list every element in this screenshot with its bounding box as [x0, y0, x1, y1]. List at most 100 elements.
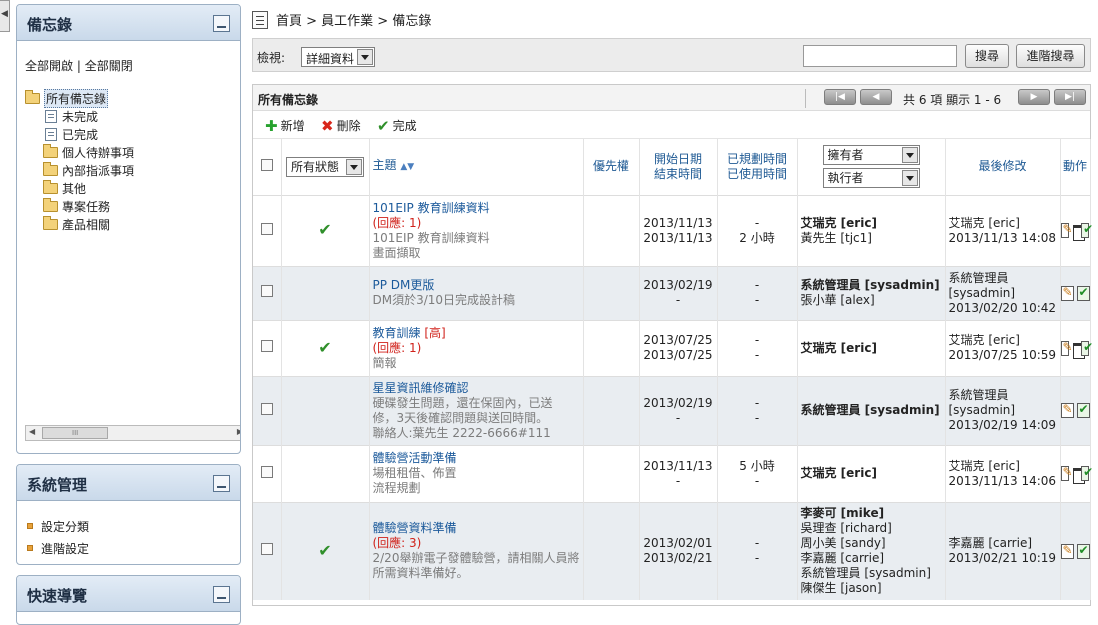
search-button[interactable]: 搜尋 — [965, 44, 1009, 68]
first-page-button[interactable] — [824, 89, 856, 105]
tree-item-internal-assigned[interactable]: 內部指派事項 — [25, 161, 134, 179]
pager-info: 共 6 項 顯示 1 - 6 — [903, 93, 1002, 107]
assignee-name: 李嘉麗 [carrie] — [800, 551, 885, 566]
tree-item-product[interactable]: 產品相關 — [25, 215, 134, 233]
search-input[interactable] — [803, 45, 957, 67]
edit-icon[interactable] — [1060, 340, 1073, 356]
add-label: 新增 — [280, 119, 305, 133]
memo-panel-collapse-button[interactable] — [213, 15, 230, 32]
table-row[interactable]: 體驗營活動準備 場租租借、佈置 流程規劃 2013/11/13-5 小時 - 艾瑞克 [e… — [253, 444, 1094, 502]
delete-button[interactable]: ✖ 刪除 — [321, 117, 361, 134]
tree-item-personal-todo[interactable]: 個人待辦事項 — [25, 143, 134, 161]
tree-item-completed[interactable]: 已完成 — [25, 125, 134, 143]
memo-subject-link[interactable]: 教育訓練 — [373, 326, 421, 340]
last-modified-line: 艾瑞克 [eric] — [948, 333, 1020, 347]
reply-count[interactable]: (回應: 1) — [373, 341, 422, 355]
subject-cell: 星星資訊維修確認 硬碟發生問題，還在保固內，已送 修，3天後確認問題與送回時間。 聯絡… — [369, 375, 584, 445]
memo-subject-link[interactable]: PP DM更版 — [373, 278, 435, 292]
assignee-filter-select[interactable]: 執行者 — [822, 168, 920, 189]
sidebar-toggle-tab[interactable]: ◀ — [0, 0, 10, 32]
menu-item-category-settings[interactable]: 設定分類 — [27, 515, 89, 537]
add-button[interactable]: ✚ 新增 — [265, 117, 305, 134]
header-last-modified[interactable]: 最後修改 — [945, 139, 1061, 195]
table-row[interactable]: ✔ 體驗營資料準備 (回應: 3) 2/20舉辦電子發體驗營，請相關人員將 所需資料準備… — [253, 501, 1091, 600]
tree-item-label: 所有備忘錄 — [44, 88, 109, 108]
owner-name: 系統管理員 [sysadmin] — [800, 403, 940, 417]
table-row[interactable]: ✔ 101EIP 教育訓練資料 (回應: 1) 101EIP 教育訓練資料 畫面擷取 20… — [253, 194, 1094, 266]
collapse-all-link[interactable]: 全部關閉 — [85, 59, 133, 73]
header-priority[interactable]: 優先權 — [583, 139, 640, 195]
select-all-checkbox[interactable] — [260, 158, 273, 171]
status-filter-select[interactable]: 所有狀態 — [286, 156, 364, 177]
memo-subject-link[interactable]: 體驗營資料準備 — [373, 521, 457, 535]
advanced-search-button[interactable]: 進階搜尋 — [1016, 44, 1085, 68]
row-checkbox[interactable] — [260, 222, 273, 235]
planned-time: - — [754, 333, 760, 347]
assignee-name: 系統管理員 [sysadmin] — [800, 566, 931, 581]
header-subject[interactable]: 主題 ▲▼ — [369, 139, 584, 195]
edit-icon[interactable] — [1060, 285, 1074, 301]
chevron-down-icon — [346, 158, 362, 175]
row-checkbox[interactable] — [260, 543, 273, 556]
reply-count[interactable]: (回應: 3) — [373, 536, 422, 550]
memo-description: 101EIP 教育訓練資料 — [372, 230, 490, 245]
row-checkbox[interactable] — [260, 285, 273, 297]
header-dates[interactable]: 開始日期 結束時間 — [639, 139, 718, 195]
tree-item-label: 已完成 — [62, 127, 99, 142]
quick-nav-collapse-button[interactable] — [213, 586, 230, 603]
action-header-label: 動作 — [1062, 159, 1087, 174]
tree-item-all[interactable]: 所有備忘錄 — [25, 88, 134, 108]
complete-icon[interactable] — [1081, 222, 1094, 238]
system-panel-collapse-button[interactable] — [213, 475, 230, 492]
edit-icon[interactable] — [1060, 222, 1073, 238]
complete-icon[interactable] — [1076, 402, 1090, 418]
memo-description: 流程規劃 — [372, 481, 421, 495]
memo-subject-link[interactable]: 101EIP 教育訓練資料 — [373, 201, 490, 215]
tree-item-incomplete[interactable]: 未完成 — [25, 107, 134, 125]
grid-title: 所有備忘錄 — [258, 93, 319, 107]
last-modified-line: 2013/02/21 10:19 — [948, 551, 1057, 566]
memo-subject-link[interactable]: 體驗營活動準備 — [373, 451, 457, 465]
edit-icon[interactable] — [1060, 402, 1074, 418]
priority-cell — [583, 501, 640, 600]
plus-icon: ✚ — [265, 116, 278, 135]
owner-filter-select[interactable]: 擁有者 — [822, 145, 920, 166]
edit-icon[interactable] — [1060, 465, 1073, 481]
planned-time: - — [754, 395, 760, 410]
edit-icon[interactable] — [1060, 543, 1074, 559]
complete-icon[interactable] — [1081, 465, 1094, 481]
prev-page-button[interactable] — [860, 89, 892, 105]
table-row[interactable]: PP DM更版 DM須於3/10日完成設計稿 2013/02/19- - - 系統管理員 … — [253, 265, 1091, 320]
complete-button[interactable]: ✔ 完成 — [377, 117, 417, 134]
complete-icon[interactable] — [1081, 340, 1094, 356]
menu-item-advanced-settings[interactable]: 進階設定 — [27, 537, 89, 559]
reply-count[interactable]: (回應: 1) — [373, 216, 422, 230]
trash-icon[interactable] — [1071, 340, 1086, 359]
date-cell: 2013/02/01 2013/02/21 — [639, 501, 718, 600]
tree-item-project-tasks[interactable]: 專案任務 — [25, 197, 134, 215]
scroll-right-icon[interactable]: ▶ — [237, 427, 240, 436]
complete-icon[interactable] — [1076, 543, 1090, 559]
memo-subject-link[interactable]: 星星資訊維修確認 — [373, 381, 469, 395]
trash-icon[interactable] — [1071, 466, 1086, 484]
row-checkbox[interactable] — [260, 340, 273, 352]
row-select-cell — [253, 194, 282, 266]
next-page-button[interactable] — [1018, 89, 1050, 105]
header-times[interactable]: 已規劃時間 已使用時間 — [717, 139, 798, 195]
table-row[interactable]: ✔ 教育訓練 [高] (回應: 1) 簡報 2013/07/25 2013/07/25- -… — [253, 319, 1094, 376]
row-checkbox[interactable] — [260, 465, 273, 478]
scroll-left-icon[interactable]: ◀ — [29, 427, 35, 436]
view-select[interactable]: 詳細資料 — [301, 47, 375, 67]
last-page-button[interactable] — [1054, 89, 1086, 105]
table-row[interactable]: 星星資訊維修確認 硬碟發生問題，還在保固內，已送 修，3天後確認問題與送回時間。 聯絡… — [253, 375, 1091, 445]
last-modified-line: 2013/07/25 10:59 — [948, 348, 1057, 362]
trash-icon[interactable] — [1071, 223, 1086, 241]
expand-all-link[interactable]: 全部開啟 — [25, 59, 73, 73]
last-modified-cell: 艾瑞克 [eric] 2013/11/13 14:06 — [945, 444, 1061, 502]
tree-item-other[interactable]: 其他 — [25, 179, 134, 197]
chevron-down-icon — [357, 49, 373, 65]
row-checkbox[interactable] — [260, 402, 273, 415]
complete-icon[interactable] — [1076, 285, 1090, 301]
tree-horizontal-scrollbar[interactable]: ◀ III ▶ — [25, 425, 240, 441]
last-modified-line: 艾瑞克 [eric] — [948, 458, 1020, 473]
